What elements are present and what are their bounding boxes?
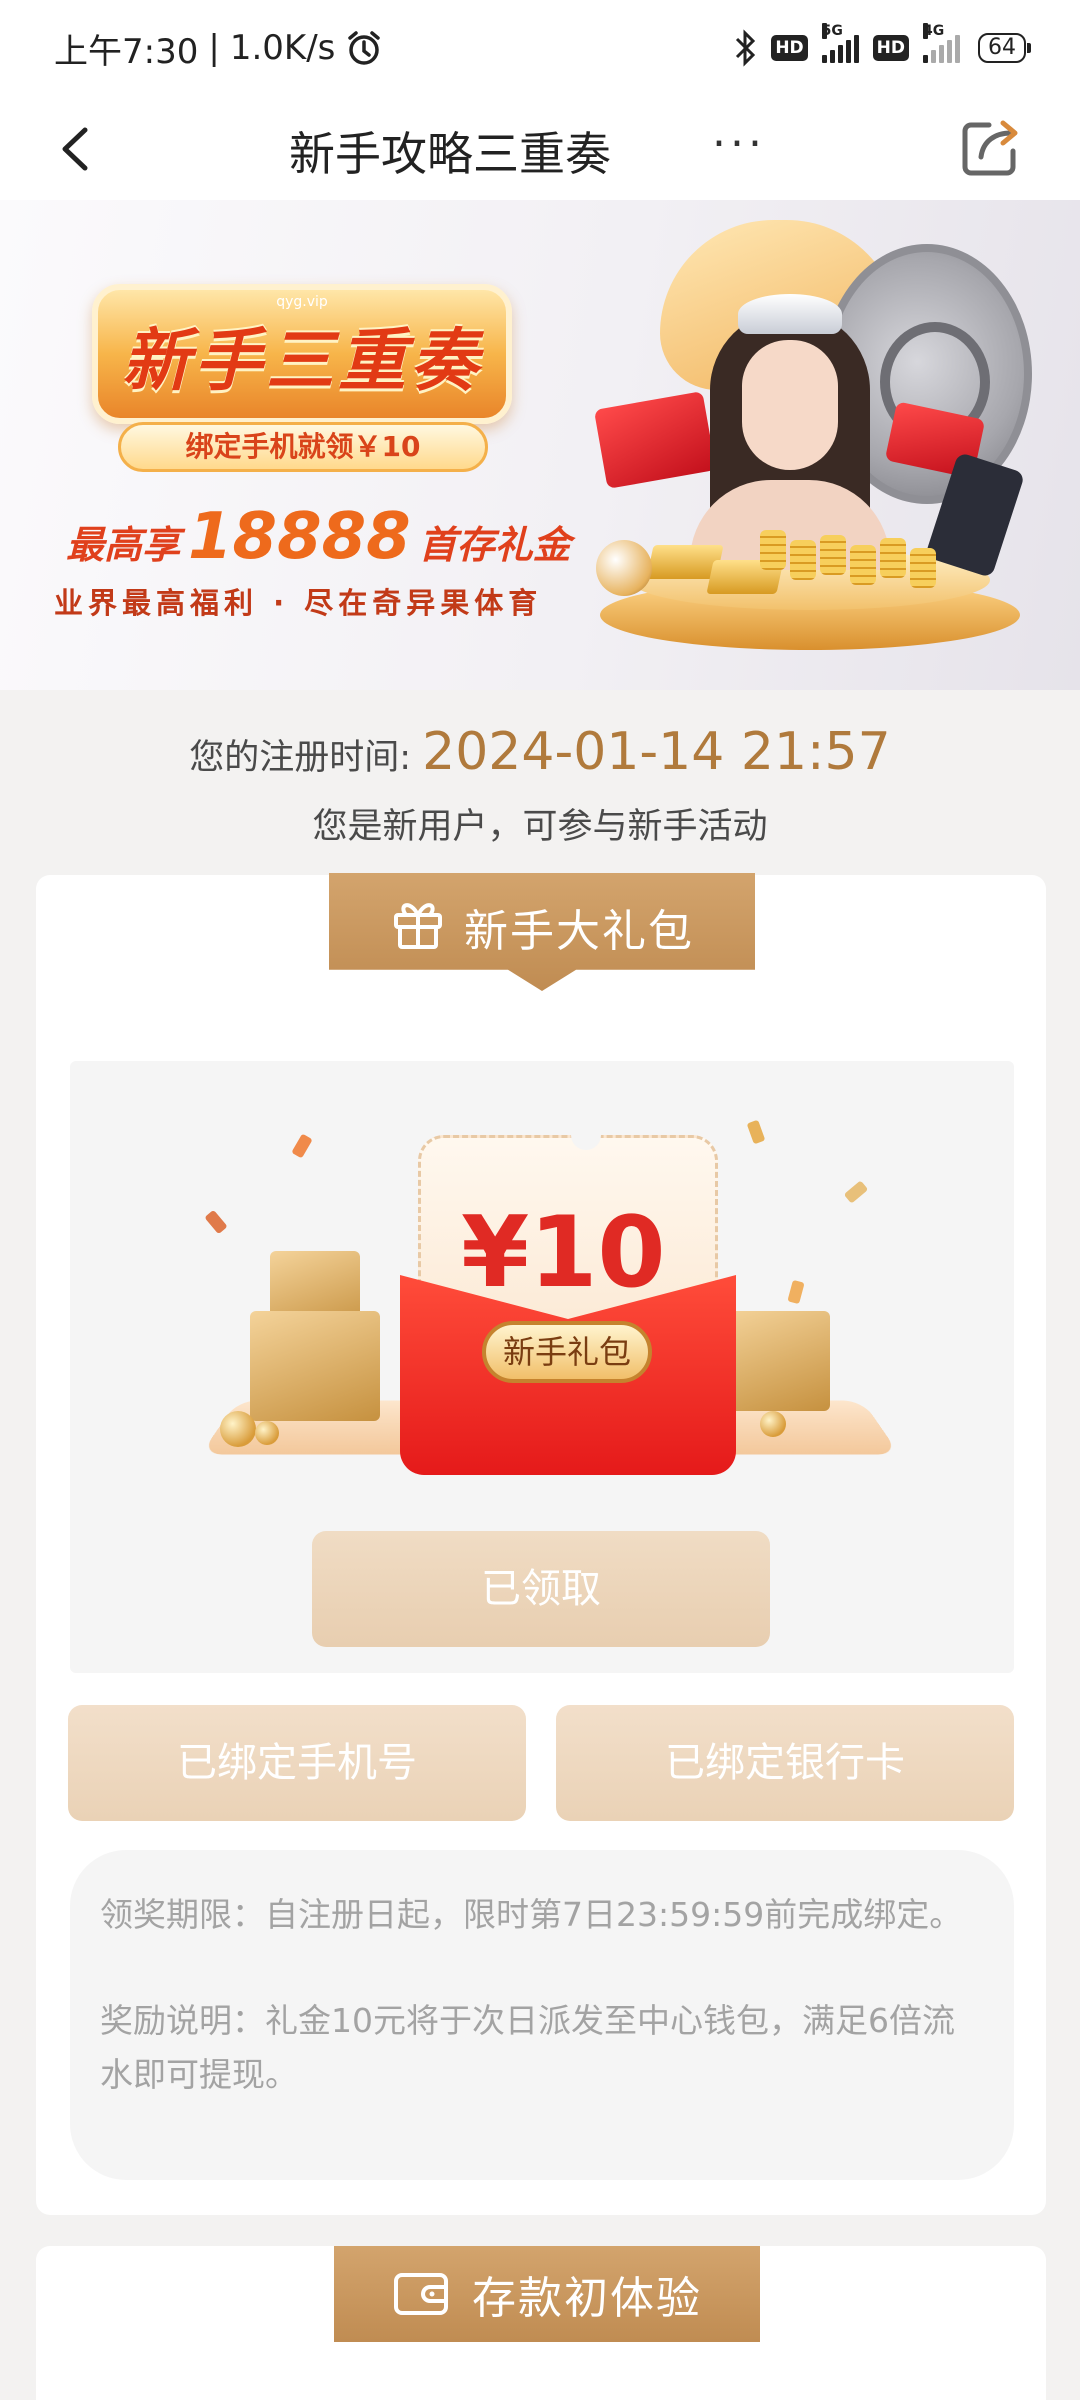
gift-icon <box>394 903 442 949</box>
bind-phone-button[interactable]: 已绑定手机号 <box>68 1705 526 1821</box>
gold-ball <box>220 1411 256 1447</box>
coin-stack <box>910 548 936 588</box>
registration-label: 您的注册时间: <box>189 738 412 778</box>
gold-giftbox <box>250 1311 380 1421</box>
banner-title-plaque: qyg.vip 新手三重奏 <box>92 284 512 424</box>
banner-number: 18888 <box>188 500 411 574</box>
network-type-1: 5G <box>821 23 843 39</box>
newbie-gift-card: 新手大礼包 ¥10 新手礼包 已领取 已绑定手机号 已绑定银行卡 领奖期限：自注… <box>36 873 1046 2215</box>
coin-stack <box>760 530 786 570</box>
bluetooth-icon <box>736 29 756 67</box>
confetti <box>746 1119 766 1145</box>
deposit-ribbon-label: 存款初体验 <box>472 2273 702 2324</box>
signal-5g-icon: 5G <box>821 23 859 63</box>
hd-badge-1: HD <box>771 35 808 61</box>
bind-bank-card-button[interactable]: 已绑定银行卡 <box>556 1705 1014 1821</box>
battery-indicator: 64 <box>978 33 1031 63</box>
banner-slogan: 业界最高福利 · 尽在奇异果体育 <box>54 586 543 620</box>
banner-illustration <box>560 200 1080 690</box>
registration-time: 2024-01-14 21:57 <box>422 722 891 782</box>
model-photo <box>690 290 890 570</box>
coin-stack <box>880 538 906 578</box>
confetti <box>787 1279 805 1305</box>
banner-prefix: 最高享 <box>66 523 181 567</box>
banner-highlight: 最高享 18888 首存礼金 <box>66 500 571 574</box>
football-image <box>596 540 652 596</box>
alarm-clock-icon <box>348 31 381 65</box>
red-envelope: ¥10 新手礼包 <box>400 1128 736 1475</box>
registration-line: 您的注册时间: 2024-01-14 21:57 <box>0 722 1080 782</box>
banner-url: qyg.vip <box>276 294 328 310</box>
status-time: 上午7:30 <box>54 31 199 72</box>
new-user-note: 您是新用户，可参与新手活动 <box>312 807 768 847</box>
coin-stack <box>790 540 816 580</box>
share-icon <box>962 120 1018 176</box>
banner-title: 新手三重奏 <box>121 321 482 401</box>
status-bar: 上午7:30 | 1.0K/s HD 5G HD 4G 64 <box>0 0 1080 96</box>
status-left: 上午7:30 | 1.0K/s <box>54 24 383 73</box>
signal-4g-icon: 4G <box>923 23 960 63</box>
hd-badge-2: HD <box>872 35 909 61</box>
newbie-badge: 新手礼包 <box>482 1321 652 1383</box>
voucher-amount: ¥10 <box>461 1196 666 1310</box>
confetti <box>204 1209 228 1235</box>
deposit-ribbon-header: 存款初体验 <box>334 2246 760 2342</box>
status-right: HD 5G HD 4G 64 <box>733 23 1031 67</box>
banner-subtitle: 绑定手机就领￥10 <box>118 422 488 472</box>
rule-reward: 奖励说明：礼金10元将于次日派发至中心钱包，满足6倍流水即可提现。 <box>100 2001 955 2094</box>
wallet-icon <box>394 2273 448 2315</box>
gold-ball <box>255 1421 279 1445</box>
confetti <box>843 1180 869 1204</box>
nav-bar: 新手攻略三重奏 ... <box>0 96 1080 200</box>
deposit-experience-card: 存款初体验 <box>36 2246 1046 2400</box>
face-shape <box>742 340 838 470</box>
status-divider: | <box>208 28 220 68</box>
gift-ribbon-header: 新手大礼包 <box>329 873 755 991</box>
rule-period: 领奖期限：自注册日起，限时第7日23:59:59前完成绑定。 <box>100 1895 963 1934</box>
gold-ball <box>760 1411 786 1437</box>
gold-giftbox <box>720 1311 830 1411</box>
red-giftbox <box>593 391 717 489</box>
share-button[interactable] <box>950 108 1030 188</box>
banner-suffix: 首存礼金 <box>418 523 571 567</box>
more-button[interactable]: ... <box>712 106 766 157</box>
reward-rules: 领奖期限：自注册日起，限时第7日23:59:59前完成绑定。 奖励说明：礼金10… <box>70 1850 1014 2180</box>
claimed-button[interactable]: 已领取 <box>312 1531 770 1647</box>
prize-display: ¥10 新手礼包 已领取 <box>70 1061 1014 1673</box>
coin-stack <box>820 535 846 575</box>
crown-shape <box>738 294 842 334</box>
confetti <box>291 1133 313 1159</box>
coin-stack <box>850 545 876 585</box>
network-type-2: 4G <box>923 23 945 39</box>
promo-banner[interactable]: qyg.vip 新手三重奏 绑定手机就领￥10 最高享 18888 首存礼金 业… <box>0 200 1080 690</box>
gift-ribbon-label: 新手大礼包 <box>464 906 694 957</box>
status-speed: 1.0K/s <box>229 28 336 68</box>
